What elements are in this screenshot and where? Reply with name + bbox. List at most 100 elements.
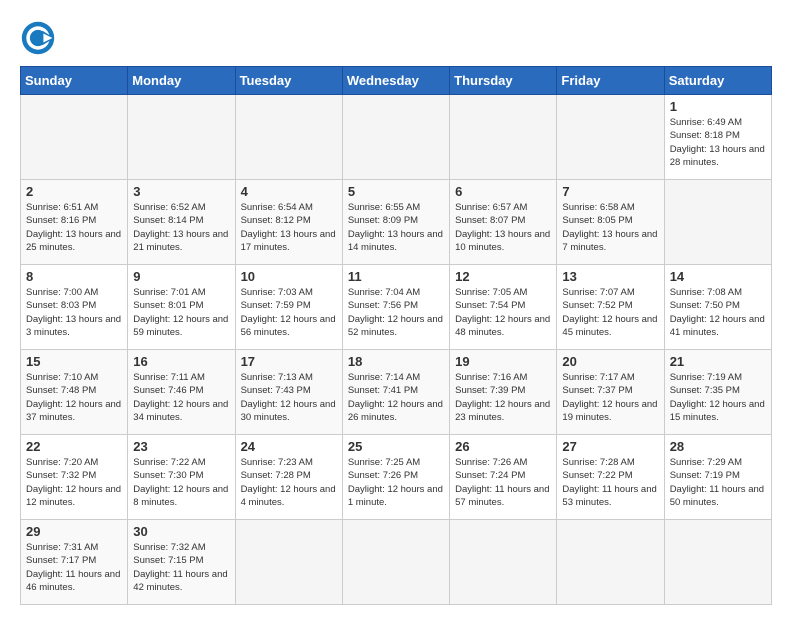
sunset: Sunset: 7:22 PM <box>562 469 658 482</box>
daylight: Daylight: 12 hours and 19 minutes. <box>562 398 658 425</box>
day-number: 24 <box>241 439 337 454</box>
weekday-saturday: Saturday <box>664 67 771 95</box>
day-info: Sunrise: 7:23 AM Sunset: 7:28 PM Dayligh… <box>241 456 337 509</box>
sunrise: Sunrise: 7:19 AM <box>670 371 766 384</box>
sunset: Sunset: 7:26 PM <box>348 469 444 482</box>
calendar-cell <box>450 520 557 605</box>
calendar-cell: 22 Sunrise: 7:20 AM Sunset: 7:32 PM Dayl… <box>21 435 128 520</box>
day-number: 26 <box>455 439 551 454</box>
sunset: Sunset: 7:30 PM <box>133 469 229 482</box>
calendar-cell: 4 Sunrise: 6:54 AM Sunset: 8:12 PM Dayli… <box>235 180 342 265</box>
calendar-cell: 8 Sunrise: 7:00 AM Sunset: 8:03 PM Dayli… <box>21 265 128 350</box>
day-info: Sunrise: 7:17 AM Sunset: 7:37 PM Dayligh… <box>562 371 658 424</box>
sunset: Sunset: 7:24 PM <box>455 469 551 482</box>
calendar-cell: 23 Sunrise: 7:22 AM Sunset: 7:30 PM Dayl… <box>128 435 235 520</box>
day-info: Sunrise: 6:55 AM Sunset: 8:09 PM Dayligh… <box>348 201 444 254</box>
sunrise: Sunrise: 7:23 AM <box>241 456 337 469</box>
daylight: Daylight: 12 hours and 52 minutes. <box>348 313 444 340</box>
sunrise: Sunrise: 6:49 AM <box>670 116 766 129</box>
day-number: 1 <box>670 99 766 114</box>
day-info: Sunrise: 7:10 AM Sunset: 7:48 PM Dayligh… <box>26 371 122 424</box>
calendar-cell: 19 Sunrise: 7:16 AM Sunset: 7:39 PM Dayl… <box>450 350 557 435</box>
logo <box>20 20 60 56</box>
daylight: Daylight: 13 hours and 21 minutes. <box>133 228 229 255</box>
sunrise: Sunrise: 7:03 AM <box>241 286 337 299</box>
weekday-friday: Friday <box>557 67 664 95</box>
calendar-cell: 20 Sunrise: 7:17 AM Sunset: 7:37 PM Dayl… <box>557 350 664 435</box>
page-header <box>20 20 772 56</box>
sunset: Sunset: 8:05 PM <box>562 214 658 227</box>
sunset: Sunset: 7:32 PM <box>26 469 122 482</box>
sunset: Sunset: 7:28 PM <box>241 469 337 482</box>
calendar-week-5: 29 Sunrise: 7:31 AM Sunset: 7:17 PM Dayl… <box>21 520 772 605</box>
calendar-cell: 28 Sunrise: 7:29 AM Sunset: 7:19 PM Dayl… <box>664 435 771 520</box>
sunrise: Sunrise: 7:13 AM <box>241 371 337 384</box>
sunrise: Sunrise: 6:51 AM <box>26 201 122 214</box>
calendar-cell: 17 Sunrise: 7:13 AM Sunset: 7:43 PM Dayl… <box>235 350 342 435</box>
calendar-cell: 6 Sunrise: 6:57 AM Sunset: 8:07 PM Dayli… <box>450 180 557 265</box>
day-info: Sunrise: 7:32 AM Sunset: 7:15 PM Dayligh… <box>133 541 229 594</box>
day-number: 28 <box>670 439 766 454</box>
daylight: Daylight: 12 hours and 15 minutes. <box>670 398 766 425</box>
weekday-thursday: Thursday <box>450 67 557 95</box>
calendar-cell: 24 Sunrise: 7:23 AM Sunset: 7:28 PM Dayl… <box>235 435 342 520</box>
sunset: Sunset: 7:43 PM <box>241 384 337 397</box>
calendar-cell: 15 Sunrise: 7:10 AM Sunset: 7:48 PM Dayl… <box>21 350 128 435</box>
daylight: Daylight: 13 hours and 3 minutes. <box>26 313 122 340</box>
sunset: Sunset: 7:35 PM <box>670 384 766 397</box>
calendar-cell: 29 Sunrise: 7:31 AM Sunset: 7:17 PM Dayl… <box>21 520 128 605</box>
day-number: 2 <box>26 184 122 199</box>
day-number: 23 <box>133 439 229 454</box>
daylight: Daylight: 13 hours and 28 minutes. <box>670 143 766 170</box>
day-number: 29 <box>26 524 122 539</box>
sunrise: Sunrise: 7:20 AM <box>26 456 122 469</box>
sunset: Sunset: 7:59 PM <box>241 299 337 312</box>
calendar-week-1: 2 Sunrise: 6:51 AM Sunset: 8:16 PM Dayli… <box>21 180 772 265</box>
calendar-cell: 16 Sunrise: 7:11 AM Sunset: 7:46 PM Dayl… <box>128 350 235 435</box>
day-number: 17 <box>241 354 337 369</box>
calendar-cell: 3 Sunrise: 6:52 AM Sunset: 8:14 PM Dayli… <box>128 180 235 265</box>
weekday-monday: Monday <box>128 67 235 95</box>
day-number: 18 <box>348 354 444 369</box>
sunset: Sunset: 7:41 PM <box>348 384 444 397</box>
calendar-cell: 18 Sunrise: 7:14 AM Sunset: 7:41 PM Dayl… <box>342 350 449 435</box>
day-number: 20 <box>562 354 658 369</box>
calendar-cell: 26 Sunrise: 7:26 AM Sunset: 7:24 PM Dayl… <box>450 435 557 520</box>
calendar-cell: 12 Sunrise: 7:05 AM Sunset: 7:54 PM Dayl… <box>450 265 557 350</box>
calendar-cell: 10 Sunrise: 7:03 AM Sunset: 7:59 PM Dayl… <box>235 265 342 350</box>
calendar-cell: 2 Sunrise: 6:51 AM Sunset: 8:16 PM Dayli… <box>21 180 128 265</box>
day-number: 30 <box>133 524 229 539</box>
calendar-cell <box>664 180 771 265</box>
sunrise: Sunrise: 7:17 AM <box>562 371 658 384</box>
day-info: Sunrise: 7:07 AM Sunset: 7:52 PM Dayligh… <box>562 286 658 339</box>
day-number: 15 <box>26 354 122 369</box>
sunrise: Sunrise: 7:04 AM <box>348 286 444 299</box>
calendar-cell <box>342 520 449 605</box>
calendar: SundayMondayTuesdayWednesdayThursdayFrid… <box>20 66 772 605</box>
day-number: 22 <box>26 439 122 454</box>
sunrise: Sunrise: 7:29 AM <box>670 456 766 469</box>
sunrise: Sunrise: 7:01 AM <box>133 286 229 299</box>
day-number: 6 <box>455 184 551 199</box>
day-number: 14 <box>670 269 766 284</box>
calendar-week-4: 22 Sunrise: 7:20 AM Sunset: 7:32 PM Dayl… <box>21 435 772 520</box>
day-info: Sunrise: 7:11 AM Sunset: 7:46 PM Dayligh… <box>133 371 229 424</box>
calendar-cell <box>450 95 557 180</box>
daylight: Daylight: 12 hours and 37 minutes. <box>26 398 122 425</box>
day-info: Sunrise: 7:08 AM Sunset: 7:50 PM Dayligh… <box>670 286 766 339</box>
daylight: Daylight: 12 hours and 8 minutes. <box>133 483 229 510</box>
weekday-tuesday: Tuesday <box>235 67 342 95</box>
sunrise: Sunrise: 6:55 AM <box>348 201 444 214</box>
day-number: 9 <box>133 269 229 284</box>
daylight: Daylight: 11 hours and 57 minutes. <box>455 483 551 510</box>
day-info: Sunrise: 7:16 AM Sunset: 7:39 PM Dayligh… <box>455 371 551 424</box>
sunset: Sunset: 8:16 PM <box>26 214 122 227</box>
day-info: Sunrise: 6:58 AM Sunset: 8:05 PM Dayligh… <box>562 201 658 254</box>
sunrise: Sunrise: 6:54 AM <box>241 201 337 214</box>
daylight: Daylight: 12 hours and 45 minutes. <box>562 313 658 340</box>
sunset: Sunset: 7:46 PM <box>133 384 229 397</box>
sunset: Sunset: 7:37 PM <box>562 384 658 397</box>
day-number: 27 <box>562 439 658 454</box>
sunrise: Sunrise: 7:16 AM <box>455 371 551 384</box>
day-number: 12 <box>455 269 551 284</box>
